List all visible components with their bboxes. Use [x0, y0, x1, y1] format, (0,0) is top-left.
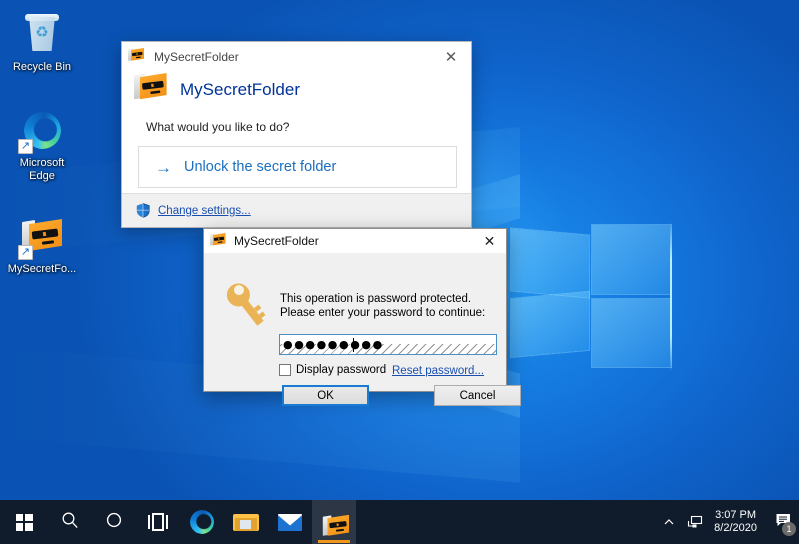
- reset-password-link[interactable]: Reset password...: [392, 365, 484, 377]
- taskbar-item-mysecretfolder[interactable]: [312, 500, 356, 544]
- cortana-circle-icon: [105, 511, 123, 534]
- taskbar[interactable]: 3:07 PM 8/2/2020 1: [0, 500, 799, 544]
- desktop-icon-label: MySecretFo...: [7, 263, 77, 275]
- taskbar-item-edge[interactable]: [180, 500, 224, 544]
- message-line-2: Please enter your password to continue:: [280, 307, 486, 319]
- mysecretfolder-icon: ↗: [18, 212, 66, 260]
- password-dialog[interactable]: MySecretFolder ✕ This operation is passw…: [203, 228, 521, 406]
- clock-date: 8/2/2020: [714, 522, 757, 534]
- desktop-icon-label: Microsoft: [19, 157, 65, 169]
- close-icon[interactable]: ✕: [431, 43, 471, 72]
- mysecretfolder-icon: [128, 48, 147, 65]
- shortcut-arrow-icon: ↗: [18, 245, 33, 260]
- notification-count-badge: 1: [782, 522, 796, 536]
- password-dialog-message: This operation is password protected. Pl…: [280, 292, 495, 320]
- mysecretfolder-icon: [210, 232, 227, 249]
- change-settings-link[interactable]: Change settings...: [158, 205, 251, 217]
- display-password-label: Display password: [296, 364, 387, 376]
- cancel-button[interactable]: Cancel: [434, 385, 521, 406]
- system-tray[interactable]: 3:07 PM 8/2/2020 1: [656, 500, 799, 544]
- password-input-value: ●●●●●●●●●: [283, 338, 384, 351]
- start-button[interactable]: [0, 500, 48, 544]
- page-title: MySecretFolder: [180, 80, 300, 99]
- file-explorer-icon: [233, 512, 259, 532]
- mysecretfolder-main-window[interactable]: MySecretFolder ✕ MySecretFolder What wou…: [121, 41, 472, 228]
- prompt-text: What would you like to do?: [146, 120, 290, 134]
- password-dialog-title: MySecretFolder: [234, 234, 319, 248]
- microsoft-edge-icon: ↗: [18, 106, 66, 154]
- main-window-footer: Change settings...: [122, 193, 471, 227]
- clock-time: 3:07 PM: [715, 509, 757, 521]
- search-icon: [61, 511, 79, 534]
- desktop[interactable]: ♻ Recycle Bin ↗ Microsoft Edge ↗ MySecre…: [0, 0, 799, 544]
- mysecretfolder-icon: [134, 73, 168, 106]
- main-window-titlebar[interactable]: MySecretFolder ✕: [122, 42, 471, 72]
- unlock-secret-folder-task[interactable]: → Unlock the secret folder: [138, 146, 457, 188]
- desktop-icon-recycle-bin[interactable]: ♻ Recycle Bin: [2, 10, 82, 74]
- message-line-1: This operation is password protected.: [280, 293, 472, 305]
- shortcut-arrow-icon: ↗: [18, 139, 33, 154]
- task-view-icon: [148, 513, 168, 531]
- action-center-button[interactable]: 1: [767, 500, 799, 544]
- checkbox-box: [279, 364, 291, 376]
- ok-button[interactable]: OK: [282, 385, 369, 406]
- mysecretfolder-icon: [322, 514, 350, 536]
- desktop-icon-mysecretfolder[interactable]: ↗ MySecretFo...: [2, 212, 82, 276]
- display-password-checkbox[interactable]: Display password: [279, 364, 386, 376]
- mail-icon: [278, 513, 302, 531]
- search-button[interactable]: [48, 500, 92, 544]
- key-icon: [222, 277, 272, 335]
- arrow-right-icon: →: [155, 157, 172, 177]
- cortana-button[interactable]: [92, 500, 136, 544]
- main-window-title: MySecretFolder: [154, 50, 239, 64]
- unlock-secret-folder-label: Unlock the secret folder: [184, 159, 337, 175]
- password-input[interactable]: ●●●●●●●●●: [279, 334, 497, 355]
- task-view-button[interactable]: [136, 500, 180, 544]
- uac-shield-icon: [136, 203, 150, 218]
- desktop-icon-label-line2: Edge: [29, 170, 55, 182]
- microsoft-edge-icon: [187, 507, 217, 537]
- desktop-icon-microsoft-edge[interactable]: ↗ Microsoft Edge: [2, 106, 82, 183]
- desktop-icon-label: Recycle Bin: [12, 61, 72, 73]
- close-icon[interactable]: ✕: [473, 229, 506, 253]
- clock[interactable]: 3:07 PM 8/2/2020: [708, 509, 767, 535]
- taskbar-item-mail[interactable]: [268, 500, 312, 544]
- main-window-header: MySecretFolder: [122, 72, 471, 106]
- recycle-bin-icon: ♻: [18, 10, 66, 58]
- taskbar-item-file-explorer[interactable]: [224, 500, 268, 544]
- text-caret: [353, 338, 354, 352]
- chevron-up-icon[interactable]: [656, 500, 682, 544]
- password-dialog-body: This operation is password protected. Pl…: [204, 254, 521, 406]
- windows-logo-icon: [15, 513, 33, 531]
- network-icon[interactable]: [682, 500, 708, 544]
- password-dialog-titlebar[interactable]: MySecretFolder ✕: [204, 229, 506, 254]
- wallpaper-window-shape: [511, 222, 672, 373]
